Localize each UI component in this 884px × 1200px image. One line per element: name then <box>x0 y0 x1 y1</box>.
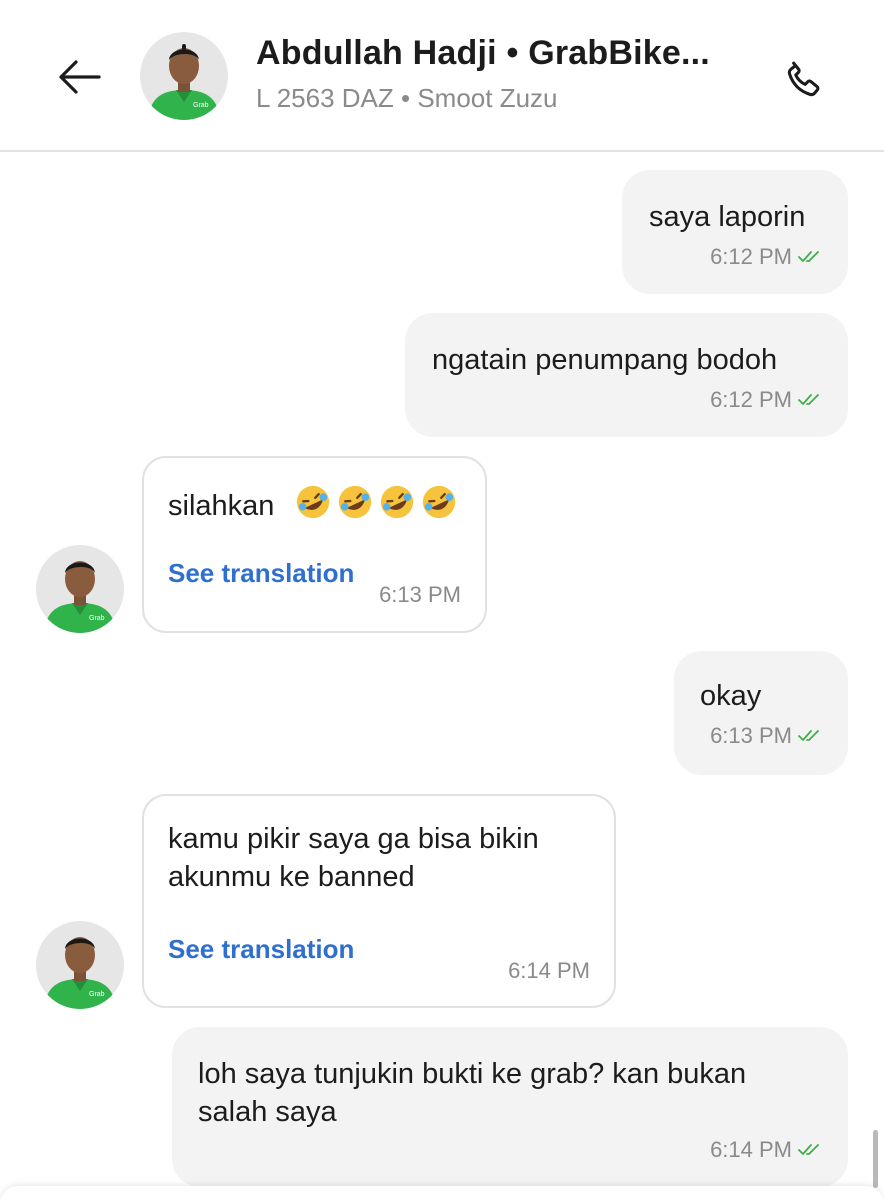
message-meta: 6:12 PM <box>710 387 822 413</box>
message-text: saya laporin <box>649 201 806 233</box>
double-check-icon <box>798 729 822 743</box>
svg-text:Grab: Grab <box>89 991 105 998</box>
message-bubble-outgoing[interactable]: okay 6:13 PM <box>674 651 848 775</box>
message-time: 6:12 PM <box>710 387 792 412</box>
chat-contact-subtitle: L 2563 DAZ • Smoot Zuzu <box>256 83 558 113</box>
message-text-line-1: loh saya tunjukin bukti ke grab? kan buk… <box>198 1058 747 1090</box>
message-text: okay <box>700 680 762 712</box>
message-meta: 6:12 PM <box>710 244 822 270</box>
phone-icon <box>787 61 820 97</box>
svg-text:Grab: Grab <box>193 102 209 109</box>
message-time: 6:14 PM <box>508 958 590 983</box>
message-text: silahkan <box>168 483 458 525</box>
message-time: 6:13 PM <box>710 723 792 748</box>
double-check-icon <box>798 250 822 264</box>
message-meta: 6:13 PM <box>710 723 822 749</box>
rolling-on-floor-laughing-emoji <box>290 485 458 522</box>
scrollbar-thumb[interactable] <box>873 1130 878 1188</box>
message-text-content: silahkan <box>168 490 275 522</box>
message-bubble-incoming[interactable]: silahkan See translation 6:13 PM <box>142 456 487 633</box>
message-bubble-outgoing[interactable]: saya laporin 6:12 PM <box>622 170 848 294</box>
see-translation-link[interactable]: See translation <box>168 558 354 589</box>
message-time: 6:13 PM <box>379 582 461 607</box>
svg-text:Grab: Grab <box>89 615 105 622</box>
rofl-emoji-1 <box>297 485 330 519</box>
message-list[interactable]: saya laporin 6:12 PM ngatain penumpang b… <box>0 154 884 1200</box>
see-translation-link[interactable]: See translation <box>168 934 354 965</box>
message-text: ngatain penumpang bodoh <box>432 344 778 376</box>
call-button[interactable] <box>776 52 832 108</box>
driver-avatar[interactable]: Grab <box>140 32 228 120</box>
rofl-emoji-2 <box>339 485 372 519</box>
double-check-icon <box>798 393 822 407</box>
rofl-emoji-3 <box>381 485 414 519</box>
arrow-left-icon <box>59 60 101 94</box>
message-text-line-2: salah saya <box>198 1096 337 1128</box>
chat-header: Grab Abdullah Hadji • GrabBike... L 2563… <box>0 0 884 152</box>
message-bubble-outgoing[interactable]: loh saya tunjukin bukti ke grab? kan buk… <box>172 1027 848 1187</box>
message-text-line-1: kamu pikir saya ga bisa bikin <box>168 823 539 855</box>
driver-avatar[interactable]: Grab <box>36 545 124 633</box>
back-button[interactable] <box>52 50 106 104</box>
rofl-emoji-4 <box>423 485 456 519</box>
bottom-sheet-edge <box>0 1186 884 1200</box>
message-text-line-2: akunmu ke banned <box>168 861 415 893</box>
message-time: 6:12 PM <box>710 244 792 269</box>
message-bubble-outgoing[interactable]: ngatain penumpang bodoh 6:12 PM <box>405 313 848 437</box>
chat-contact-name: Abdullah Hadji • GrabBike... <box>256 34 710 72</box>
message-meta: 6:14 PM <box>710 1137 822 1163</box>
driver-avatar[interactable]: Grab <box>36 921 124 1009</box>
double-check-icon <box>798 1143 822 1157</box>
message-time: 6:14 PM <box>710 1137 792 1162</box>
message-bubble-incoming[interactable]: kamu pikir saya ga bisa bikin akunmu ke … <box>142 794 616 1008</box>
